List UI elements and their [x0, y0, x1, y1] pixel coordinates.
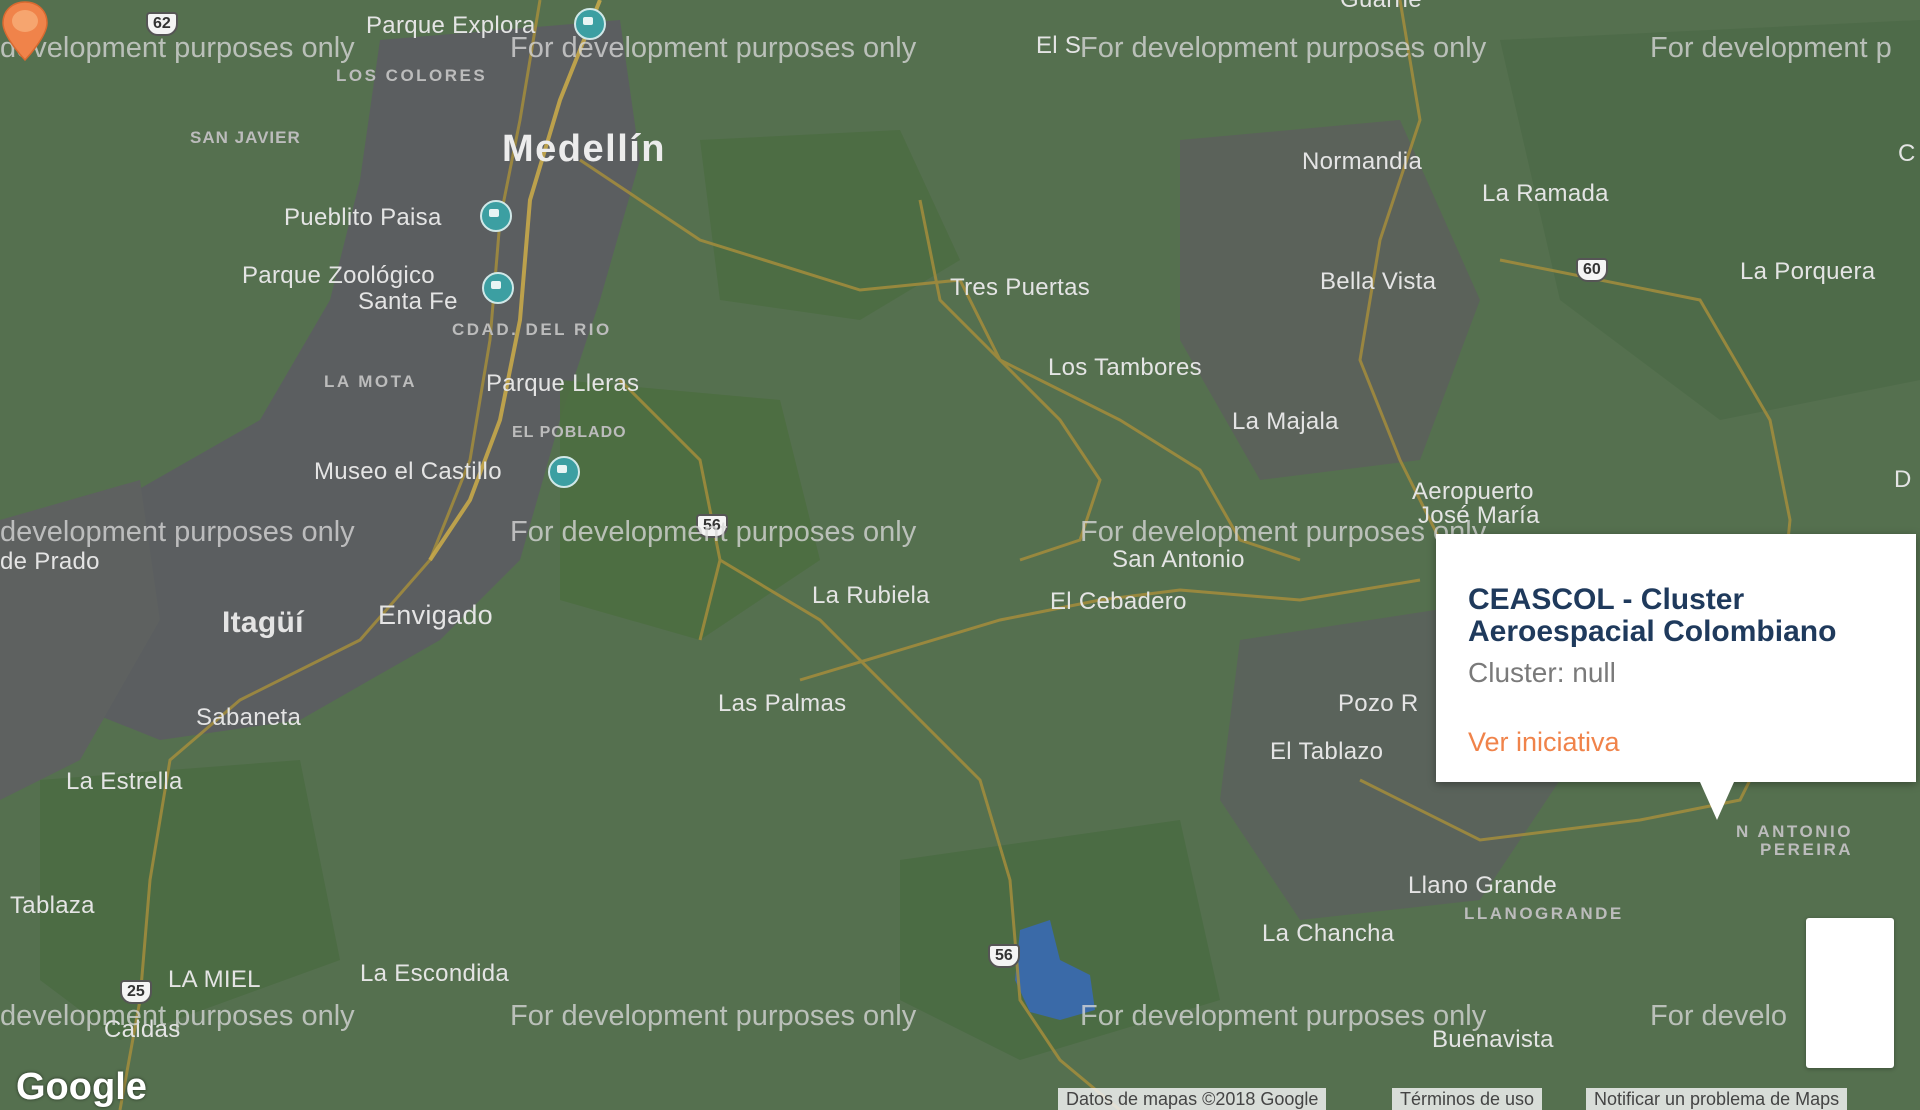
watermark: For development p	[1650, 32, 1892, 64]
label-los-colores: LOS COLORES	[336, 66, 488, 85]
label-museo-castillo: Museo el Castillo	[314, 458, 502, 485]
label-bella-vista: Bella Vista	[1320, 268, 1437, 295]
label-parque-zoologico-line2: Santa Fe	[358, 288, 458, 315]
terms-link[interactable]: Términos de uso	[1392, 1088, 1543, 1110]
label-san-antonio-pereira-line1: N ANTONIO	[1736, 822, 1853, 841]
info-window-subtitle: Cluster: null	[1468, 657, 1616, 688]
label-sabaneta: Sabaneta	[196, 704, 302, 731]
zoo-icon[interactable]	[482, 272, 514, 304]
route-shield-56-south: 56	[988, 944, 1020, 968]
watermark: For development purposes only	[1080, 516, 1487, 548]
label-la-ramada: La Ramada	[1482, 180, 1609, 207]
label-san-antonio-pereira-line2: PEREIRA	[1760, 840, 1854, 859]
label-la-escondida: La Escondida	[360, 960, 510, 987]
label-el-tablazo: El Tablazo	[1270, 738, 1384, 765]
google-logo: Google	[16, 1066, 147, 1108]
watermark: For development purposes only	[510, 32, 917, 64]
label-parque-zoologico-line1: Parque Zoológico	[242, 262, 435, 289]
label-pozo: Pozo R	[1338, 690, 1419, 717]
label-parque-lleras: Parque Lleras	[486, 370, 640, 397]
label-los-tambores: Los Tambores	[1048, 354, 1202, 381]
watermark: For develo	[1650, 1000, 1788, 1032]
label-la-chancha: La Chancha	[1262, 920, 1395, 947]
label-edge-d: D	[1894, 466, 1912, 493]
label-tablaza: Tablaza	[10, 892, 95, 919]
label-el-poblado: EL POBLADO	[512, 424, 627, 441]
watermark: development purposes only	[0, 32, 355, 64]
label-san-antonio: San Antonio	[1112, 546, 1245, 573]
info-window-title: CEASCOL - Cluster Aeroespacial Colombian…	[1468, 583, 1837, 648]
label-la-miel: LA MIEL	[168, 966, 261, 993]
label-la-porquera: La Porquera	[1740, 258, 1876, 285]
label-edge-c: C	[1898, 140, 1916, 167]
label-envigado: Envigado	[378, 600, 493, 630]
label-tres-puertas: Tres Puertas	[950, 274, 1091, 301]
label-itagui: Itagüí	[222, 606, 304, 639]
label-pueblito-paisa: Pueblito Paisa	[284, 204, 442, 231]
label-de-prado: de Prado	[0, 548, 100, 575]
watermark: development purposes only	[0, 516, 355, 548]
location-pin-icon[interactable]	[0, 0, 50, 62]
museum-icon[interactable]	[548, 456, 580, 488]
label-la-mota: LA MOTA	[324, 372, 418, 391]
report-problem-link[interactable]: Notificar un problema de Maps	[1586, 1088, 1848, 1110]
watermark: For development purposes only	[510, 1000, 917, 1032]
label-la-rubiela: La Rubiela	[812, 582, 930, 609]
label-normandia: Normandia	[1302, 148, 1423, 175]
zoom-control[interactable]	[1806, 918, 1894, 1068]
label-el-s: El S	[1036, 32, 1082, 59]
view-initiative-link[interactable]: Ver iniciativa	[1468, 727, 1620, 758]
label-el-cebadero: El Cebadero	[1050, 588, 1187, 615]
map-data-attribution: Datos de mapas ©2018 Google	[1058, 1088, 1327, 1110]
label-llano-grande: Llano Grande	[1408, 872, 1558, 899]
watermark: For development purposes only	[510, 516, 917, 548]
landmark-icon[interactable]	[480, 200, 512, 232]
label-la-majala: La Majala	[1232, 408, 1339, 435]
label-top-cut: Guarne	[1340, 0, 1422, 14]
watermark: development purposes only	[0, 1000, 355, 1032]
label-medellin: Medellín	[502, 128, 667, 170]
route-shield-60: 60	[1576, 258, 1608, 282]
watermark: For development purposes only	[1080, 1000, 1487, 1032]
label-llanogrande: LLANOGRANDE	[1464, 904, 1624, 923]
label-cdad-del-rio: CDAD. DEL RIO	[452, 320, 612, 339]
watermark: For development purposes only	[1080, 32, 1487, 64]
label-las-palmas: Las Palmas	[718, 690, 847, 717]
label-la-estrella: La Estrella	[66, 768, 183, 795]
map-canvas[interactable]: Medellín Itagüí Envigado Parque Explora …	[0, 0, 1920, 1110]
label-san-javier: SAN JAVIER	[190, 128, 301, 147]
info-window: CEASCOL - Cluster Aeroespacial Colombian…	[1436, 534, 1916, 820]
